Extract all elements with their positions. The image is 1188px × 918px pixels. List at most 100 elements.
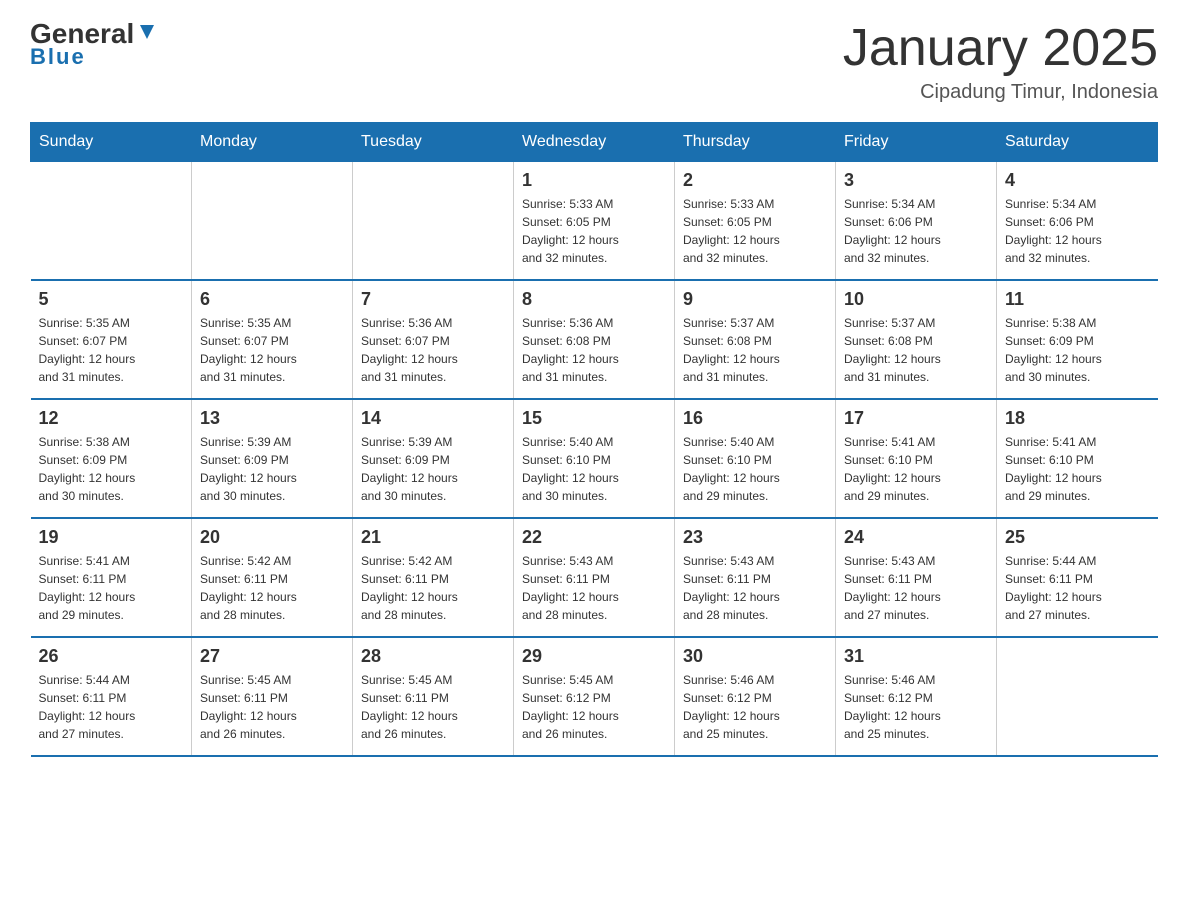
day-cell: 26 Sunrise: 5:44 AM Sunset: 6:11 PM Dayli… <box>31 637 192 756</box>
day-number: 1 <box>522 170 666 191</box>
day-info: Sunrise: 5:45 AM Sunset: 6:11 PM Dayligh… <box>361 671 505 743</box>
day-info: Sunrise: 5:37 AM Sunset: 6:08 PM Dayligh… <box>844 314 988 386</box>
header-cell-thursday: Thursday <box>675 123 836 162</box>
day-info: Sunrise: 5:40 AM Sunset: 6:10 PM Dayligh… <box>683 433 827 505</box>
day-number: 8 <box>522 289 666 310</box>
day-number: 21 <box>361 527 505 548</box>
day-cell: 11 Sunrise: 5:38 AM Sunset: 6:09 PM Dayli… <box>997 280 1158 399</box>
day-number: 25 <box>1005 527 1150 548</box>
location-label: Cipadung Timur, Indonesia <box>843 81 1158 104</box>
day-number: 5 <box>39 289 184 310</box>
day-info: Sunrise: 5:41 AM Sunset: 6:10 PM Dayligh… <box>844 433 988 505</box>
logo-arrow-icon <box>136 21 158 43</box>
day-cell: 31Sunrise: 5:46 AM Sunset: 6:12 PM Dayli… <box>836 637 997 756</box>
week-row-2: 5 Sunrise: 5:35 AM Sunset: 6:07 PM Daylig… <box>31 280 1158 399</box>
week-row-3: 12 Sunrise: 5:38 AM Sunset: 6:09 PM Dayli… <box>31 399 1158 518</box>
day-info: Sunrise: 5:33 AM Sunset: 6:05 PM Dayligh… <box>522 195 666 267</box>
day-number: 9 <box>683 289 827 310</box>
header-cell-wednesday: Wednesday <box>514 123 675 162</box>
day-cell: 20 Sunrise: 5:42 AM Sunset: 6:11 PM Dayli… <box>192 518 353 637</box>
day-number: 11 <box>1005 289 1150 310</box>
day-cell: 7Sunrise: 5:36 AM Sunset: 6:07 PM Daylig… <box>353 280 514 399</box>
day-cell <box>192 162 353 281</box>
day-number: 10 <box>844 289 988 310</box>
day-number: 6 <box>200 289 344 310</box>
page-header: General Blue January 2025 Cipadung Timur… <box>30 20 1158 104</box>
week-row-5: 26 Sunrise: 5:44 AM Sunset: 6:11 PM Dayli… <box>31 637 1158 756</box>
day-info: Sunrise: 5:42 AM Sunset: 6:11 PM Dayligh… <box>200 552 344 624</box>
day-info: Sunrise: 5:44 AM Sunset: 6:11 PM Dayligh… <box>1005 552 1150 624</box>
day-cell: 28Sunrise: 5:45 AM Sunset: 6:11 PM Dayli… <box>353 637 514 756</box>
day-number: 18 <box>1005 408 1150 429</box>
day-info: Sunrise: 5:35 AM Sunset: 6:07 PM Dayligh… <box>39 314 184 386</box>
calendar-table: SundayMondayTuesdayWednesdayThursdayFrid… <box>30 122 1158 757</box>
day-cell: 2Sunrise: 5:33 AM Sunset: 6:05 PM Daylig… <box>675 162 836 281</box>
header-cell-sunday: Sunday <box>31 123 192 162</box>
day-cell: 25 Sunrise: 5:44 AM Sunset: 6:11 PM Dayli… <box>997 518 1158 637</box>
day-number: 26 <box>39 646 184 667</box>
day-cell: 30 Sunrise: 5:46 AM Sunset: 6:12 PM Dayli… <box>675 637 836 756</box>
day-cell: 13 Sunrise: 5:39 AM Sunset: 6:09 PM Dayli… <box>192 399 353 518</box>
day-number: 27 <box>200 646 344 667</box>
day-cell: 24Sunrise: 5:43 AM Sunset: 6:11 PM Dayli… <box>836 518 997 637</box>
day-cell <box>31 162 192 281</box>
day-cell: 9Sunrise: 5:37 AM Sunset: 6:08 PM Daylig… <box>675 280 836 399</box>
day-number: 3 <box>844 170 988 191</box>
day-info: Sunrise: 5:42 AM Sunset: 6:11 PM Dayligh… <box>361 552 505 624</box>
day-info: Sunrise: 5:39 AM Sunset: 6:09 PM Dayligh… <box>361 433 505 505</box>
day-info: Sunrise: 5:46 AM Sunset: 6:12 PM Dayligh… <box>683 671 827 743</box>
day-cell: 1 Sunrise: 5:33 AM Sunset: 6:05 PM Daylig… <box>514 162 675 281</box>
day-number: 4 <box>1005 170 1150 191</box>
day-info: Sunrise: 5:44 AM Sunset: 6:11 PM Dayligh… <box>39 671 184 743</box>
day-cell: 15 Sunrise: 5:40 AM Sunset: 6:10 PM Dayli… <box>514 399 675 518</box>
header-cell-tuesday: Tuesday <box>353 123 514 162</box>
day-number: 16 <box>683 408 827 429</box>
day-cell: 5 Sunrise: 5:35 AM Sunset: 6:07 PM Daylig… <box>31 280 192 399</box>
day-cell: 4Sunrise: 5:34 AM Sunset: 6:06 PM Daylig… <box>997 162 1158 281</box>
day-number: 15 <box>522 408 666 429</box>
day-info: Sunrise: 5:34 AM Sunset: 6:06 PM Dayligh… <box>844 195 988 267</box>
day-info: Sunrise: 5:36 AM Sunset: 6:08 PM Dayligh… <box>522 314 666 386</box>
calendar-body: 1 Sunrise: 5:33 AM Sunset: 6:05 PM Daylig… <box>31 162 1158 757</box>
day-number: 30 <box>683 646 827 667</box>
day-info: Sunrise: 5:46 AM Sunset: 6:12 PM Dayligh… <box>844 671 988 743</box>
day-cell: 23Sunrise: 5:43 AM Sunset: 6:11 PM Dayli… <box>675 518 836 637</box>
month-title: January 2025 <box>843 20 1158 77</box>
day-number: 14 <box>361 408 505 429</box>
day-info: Sunrise: 5:39 AM Sunset: 6:09 PM Dayligh… <box>200 433 344 505</box>
header-row: SundayMondayTuesdayWednesdayThursdayFrid… <box>31 123 1158 162</box>
day-number: 13 <box>200 408 344 429</box>
day-number: 20 <box>200 527 344 548</box>
header-cell-monday: Monday <box>192 123 353 162</box>
week-row-4: 19 Sunrise: 5:41 AM Sunset: 6:11 PM Dayli… <box>31 518 1158 637</box>
calendar-header: SundayMondayTuesdayWednesdayThursdayFrid… <box>31 123 1158 162</box>
day-number: 12 <box>39 408 184 429</box>
day-info: Sunrise: 5:36 AM Sunset: 6:07 PM Dayligh… <box>361 314 505 386</box>
day-info: Sunrise: 5:38 AM Sunset: 6:09 PM Dayligh… <box>1005 314 1150 386</box>
day-cell: 21 Sunrise: 5:42 AM Sunset: 6:11 PM Dayli… <box>353 518 514 637</box>
day-cell: 12 Sunrise: 5:38 AM Sunset: 6:09 PM Dayli… <box>31 399 192 518</box>
day-cell: 17 Sunrise: 5:41 AM Sunset: 6:10 PM Dayli… <box>836 399 997 518</box>
day-cell: 10 Sunrise: 5:37 AM Sunset: 6:08 PM Dayli… <box>836 280 997 399</box>
day-cell: 19 Sunrise: 5:41 AM Sunset: 6:11 PM Dayli… <box>31 518 192 637</box>
day-number: 24 <box>844 527 988 548</box>
day-info: Sunrise: 5:41 AM Sunset: 6:10 PM Dayligh… <box>1005 433 1150 505</box>
day-info: Sunrise: 5:35 AM Sunset: 6:07 PM Dayligh… <box>200 314 344 386</box>
day-info: Sunrise: 5:40 AM Sunset: 6:10 PM Dayligh… <box>522 433 666 505</box>
day-number: 17 <box>844 408 988 429</box>
header-cell-friday: Friday <box>836 123 997 162</box>
week-row-1: 1 Sunrise: 5:33 AM Sunset: 6:05 PM Daylig… <box>31 162 1158 281</box>
title-section: January 2025 Cipadung Timur, Indonesia <box>843 20 1158 104</box>
day-info: Sunrise: 5:45 AM Sunset: 6:11 PM Dayligh… <box>200 671 344 743</box>
day-number: 22 <box>522 527 666 548</box>
day-number: 19 <box>39 527 184 548</box>
day-cell: 27 Sunrise: 5:45 AM Sunset: 6:11 PM Dayli… <box>192 637 353 756</box>
day-info: Sunrise: 5:45 AM Sunset: 6:12 PM Dayligh… <box>522 671 666 743</box>
day-info: Sunrise: 5:41 AM Sunset: 6:11 PM Dayligh… <box>39 552 184 624</box>
day-info: Sunrise: 5:43 AM Sunset: 6:11 PM Dayligh… <box>522 552 666 624</box>
day-info: Sunrise: 5:38 AM Sunset: 6:09 PM Dayligh… <box>39 433 184 505</box>
day-number: 2 <box>683 170 827 191</box>
day-cell: 3 Sunrise: 5:34 AM Sunset: 6:06 PM Daylig… <box>836 162 997 281</box>
day-cell: 18 Sunrise: 5:41 AM Sunset: 6:10 PM Dayli… <box>997 399 1158 518</box>
day-cell: 8 Sunrise: 5:36 AM Sunset: 6:08 PM Daylig… <box>514 280 675 399</box>
